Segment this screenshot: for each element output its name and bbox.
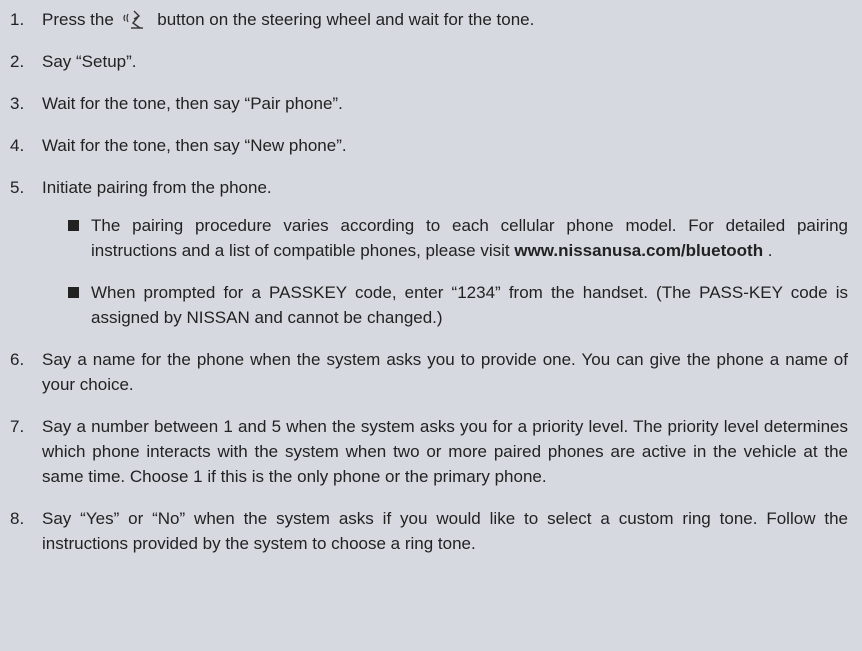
step-number: 7.: [10, 417, 25, 436]
step-3: 3. Wait for the tone, then say “Pair pho…: [10, 91, 848, 116]
step-text: Say “Yes” or “No” when the system asks i…: [42, 509, 848, 553]
step-text: Initiate pairing from the phone.: [42, 178, 272, 197]
step-6: 6. Say a name for the phone when the sys…: [10, 347, 848, 397]
step-text-before-icon: Press the: [42, 10, 119, 29]
step-2: 2. Say “Setup”.: [10, 49, 848, 74]
step-text: Press the button on the steering wheel a…: [42, 7, 848, 32]
step-4: 4. Wait for the tone, then say “New phon…: [10, 133, 848, 158]
bullet-item-pairing-procedure: The pairing procedure varies according t…: [68, 213, 848, 263]
step-number: 5.: [10, 178, 25, 197]
bullet-text-suffix: .: [763, 241, 773, 260]
step-8: 8. Say “Yes” or “No” when the system ask…: [10, 506, 848, 556]
step-5-bullet-list: The pairing procedure varies according t…: [68, 213, 848, 330]
instruction-document: 1. Press the button on the steering whee…: [0, 0, 862, 651]
bullet-text: The pairing procedure varies according t…: [91, 213, 848, 263]
step-text: Say “Setup”.: [42, 52, 137, 71]
step-5: 5. Initiate pairing from the phone.: [10, 175, 848, 200]
step-number: 4.: [10, 136, 25, 155]
square-bullet-icon: [68, 220, 79, 231]
step-number: 8.: [10, 509, 25, 528]
step-number: 2.: [10, 52, 25, 71]
step-text: Say a number between 1 and 5 when the sy…: [42, 417, 848, 486]
step-7: 7. Say a number between 1 and 5 when the…: [10, 414, 848, 489]
step-text: Say a name for the phone when the system…: [42, 350, 848, 394]
step-text: Wait for the tone, then say “New phone”.: [42, 136, 347, 155]
step-number: 1.: [10, 10, 25, 29]
nissan-bluetooth-link[interactable]: www.nissanusa.com/bluetooth: [514, 241, 763, 260]
bullet-item-passkey: When prompted for a PASSKEY code, enter …: [68, 280, 848, 330]
step-number: 6.: [10, 350, 25, 369]
bullet-text: When prompted for a PASSKEY code, enter …: [91, 283, 848, 327]
step-number: 3.: [10, 94, 25, 113]
square-bullet-icon: [68, 287, 79, 298]
step-text-after-icon: button on the steering wheel and wait fo…: [152, 10, 535, 29]
step-1: 1. Press the button on the steering whee…: [10, 7, 848, 32]
step-text: Wait for the tone, then say “Pair phone”…: [42, 94, 343, 113]
talk-button-icon: [121, 9, 149, 31]
